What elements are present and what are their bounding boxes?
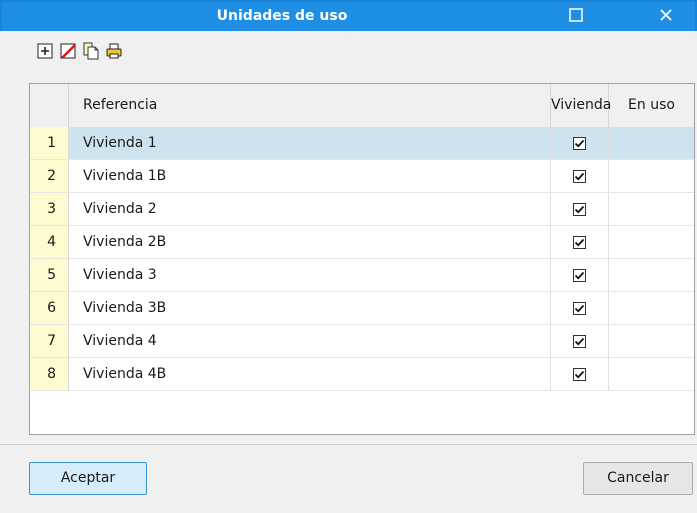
vivienda-cell xyxy=(551,226,609,258)
table-row[interactable]: 3 Vivienda 2 xyxy=(30,193,694,226)
window-title: Unidades de uso xyxy=(216,8,348,24)
toolbar xyxy=(2,31,695,61)
table-row[interactable]: 4 Vivienda 2B xyxy=(30,226,694,259)
row-number-header xyxy=(30,84,69,127)
vivienda-cell xyxy=(551,325,609,357)
table-row[interactable]: 8 Vivienda 4B xyxy=(30,358,694,391)
vivienda-checkbox[interactable] xyxy=(573,136,586,150)
en-uso-cell[interactable] xyxy=(609,226,694,258)
accept-button[interactable]: Aceptar xyxy=(29,462,147,495)
en-uso-column-header[interactable]: En uso xyxy=(609,84,694,127)
checkmark-icon xyxy=(574,139,585,147)
vivienda-cell xyxy=(551,160,609,192)
row-number[interactable]: 2 xyxy=(30,160,69,192)
maximize-button[interactable] xyxy=(553,2,599,31)
vivienda-checkbox[interactable] xyxy=(573,235,586,249)
row-number[interactable]: 7 xyxy=(30,325,69,357)
table-header: Referencia Vivienda En uso xyxy=(30,84,694,128)
table-row[interactable]: 2 Vivienda 1B xyxy=(30,160,694,193)
maximize-icon xyxy=(569,7,583,26)
table-row[interactable]: 5 Vivienda 3 xyxy=(30,259,694,292)
vivienda-checkbox[interactable] xyxy=(573,202,586,216)
row-number[interactable]: 5 xyxy=(30,259,69,291)
table-row[interactable]: 7 Vivienda 4 xyxy=(30,325,694,358)
reference-cell[interactable]: Vivienda 3 xyxy=(69,259,551,291)
checkmark-icon xyxy=(574,271,585,279)
en-uso-cell[interactable] xyxy=(609,325,694,357)
vivienda-checkbox[interactable] xyxy=(573,301,586,315)
row-number[interactable]: 8 xyxy=(30,358,69,390)
reference-column-header[interactable]: Referencia xyxy=(69,84,551,127)
vivienda-cell xyxy=(551,358,609,390)
close-icon xyxy=(659,8,673,26)
reference-cell[interactable]: Vivienda 1B xyxy=(69,160,551,192)
add-row-button[interactable] xyxy=(36,42,54,60)
row-number[interactable]: 6 xyxy=(30,292,69,324)
vivienda-checkbox[interactable] xyxy=(573,169,586,183)
dialog-window: Unidades de uso Referencia Vivienda En u… xyxy=(0,0,697,513)
row-number[interactable]: 3 xyxy=(30,193,69,225)
title-bar[interactable]: Unidades de uso xyxy=(0,0,697,31)
vivienda-cell xyxy=(551,259,609,291)
en-uso-cell[interactable] xyxy=(609,259,694,291)
row-number[interactable]: 1 xyxy=(30,127,69,159)
delete-row-button[interactable] xyxy=(59,42,77,60)
vivienda-checkbox[interactable] xyxy=(573,334,586,348)
checkmark-icon xyxy=(574,238,585,246)
row-number[interactable]: 4 xyxy=(30,226,69,258)
footer-divider xyxy=(0,444,697,445)
en-uso-cell[interactable] xyxy=(609,358,694,390)
vivienda-cell xyxy=(551,127,609,159)
en-uso-cell[interactable] xyxy=(609,127,694,159)
copy-button[interactable] xyxy=(82,42,100,60)
en-uso-cell[interactable] xyxy=(609,292,694,324)
reference-cell[interactable]: Vivienda 2 xyxy=(69,193,551,225)
vivienda-cell xyxy=(551,193,609,225)
checkmark-icon xyxy=(574,337,585,345)
reference-cell[interactable]: Vivienda 2B xyxy=(69,226,551,258)
units-table: Referencia Vivienda En uso 1 Vivienda 12V… xyxy=(29,83,695,435)
reference-cell[interactable]: Vivienda 4 xyxy=(69,325,551,357)
checkmark-icon xyxy=(574,172,585,180)
close-button[interactable] xyxy=(643,2,689,31)
en-uso-cell[interactable] xyxy=(609,160,694,192)
vivienda-checkbox[interactable] xyxy=(573,268,586,282)
en-uso-cell[interactable] xyxy=(609,193,694,225)
vivienda-column-header[interactable]: Vivienda xyxy=(551,84,611,127)
reference-cell[interactable]: Vivienda 4B xyxy=(69,358,551,390)
checkmark-icon xyxy=(574,370,585,378)
print-button[interactable] xyxy=(105,42,123,60)
print-icon xyxy=(105,42,123,60)
cancel-button[interactable]: Cancelar xyxy=(583,462,693,495)
vivienda-cell xyxy=(551,292,609,324)
checkmark-icon xyxy=(574,304,585,312)
checkmark-icon xyxy=(574,205,585,213)
copy-icon xyxy=(82,42,100,60)
reference-cell[interactable]: Vivienda 3B xyxy=(69,292,551,324)
table-row[interactable]: 6 Vivienda 3B xyxy=(30,292,694,325)
vivienda-checkbox[interactable] xyxy=(573,367,586,381)
add-row-icon xyxy=(36,42,54,60)
reference-cell[interactable]: Vivienda 1 xyxy=(69,127,551,159)
delete-row-icon xyxy=(59,42,77,60)
table-row[interactable]: 1 Vivienda 1 xyxy=(30,127,694,160)
